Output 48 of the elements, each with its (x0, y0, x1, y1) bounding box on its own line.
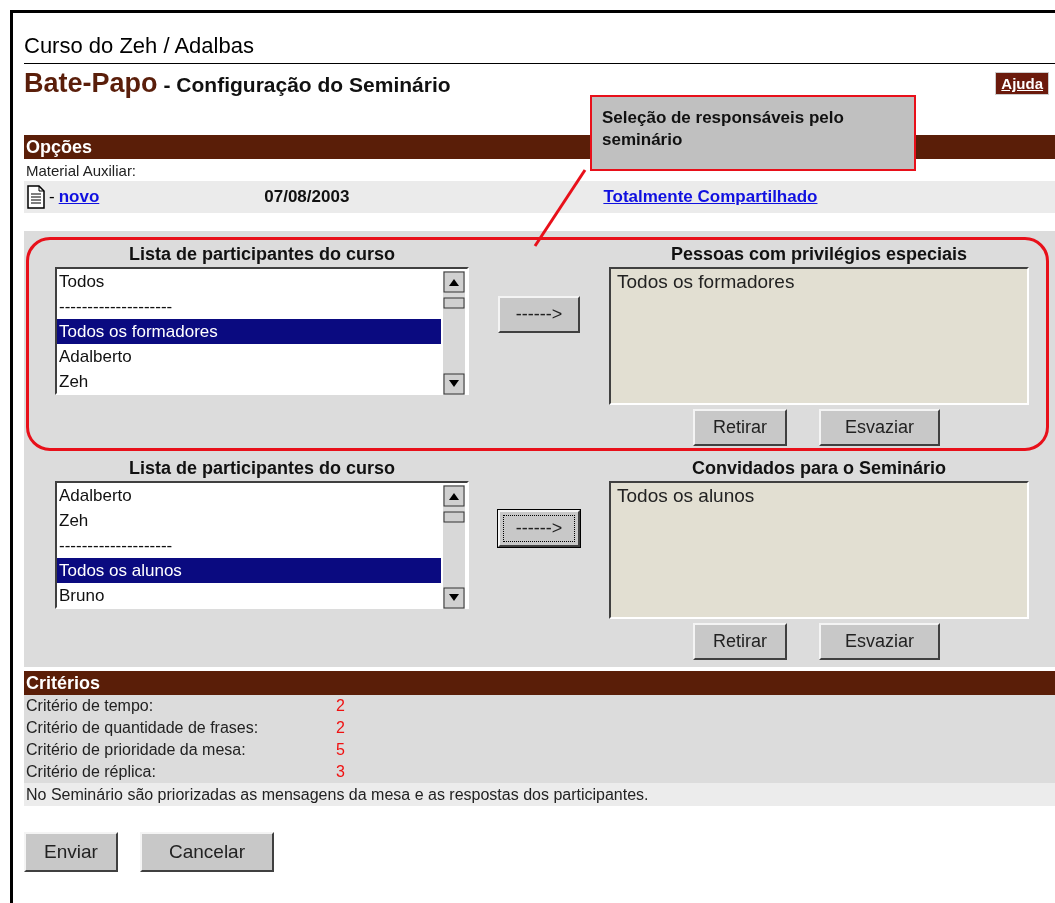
separator-text: - (49, 187, 55, 207)
list-item[interactable]: Zeh (57, 369, 441, 394)
date-text: 07/08/2003 (264, 187, 350, 207)
new-link[interactable]: novo (58, 187, 100, 207)
list-item[interactable]: Todos (57, 269, 441, 294)
criterion-value: 2 (336, 718, 346, 738)
callout-note: Seleção de responsáveis pelo seminário (590, 95, 916, 171)
criterion-value: 3 (336, 762, 346, 782)
list-item[interactable]: Todos os formadores (617, 271, 1021, 293)
list-item[interactable]: Zeh (57, 508, 441, 533)
course-title: Curso do Zeh / Adalbas (24, 33, 1055, 64)
selected-list[interactable]: Todos os alunos (609, 481, 1029, 619)
participants-list[interactable]: Todos -------------------- Todos os formadores Adalberto Zeh (55, 267, 469, 395)
participants-list[interactable]: Adalberto Zeh -------------------- Todos os alunos Bruno (55, 481, 469, 609)
list-item[interactable]: Bruno (57, 583, 441, 608)
criterion-label: Critério de tempo: (26, 696, 155, 716)
clear-button[interactable]: Esvaziar (819, 623, 940, 660)
clear-button[interactable]: Esvaziar (819, 409, 940, 446)
remove-button[interactable]: Retirar (693, 623, 787, 660)
list-item[interactable]: Todos os formadores (57, 319, 441, 344)
criterion-label: Critério de réplica: (26, 762, 157, 782)
add-button[interactable]: ------> (498, 510, 580, 547)
material-label: Material Auxiliar: (25, 161, 138, 179)
list-item[interactable]: Adalberto (57, 344, 441, 369)
criterion-value: 5 (336, 740, 346, 760)
list-item[interactable]: -------------------- (57, 294, 441, 319)
criterion-value: 2 (336, 696, 346, 716)
section-header: Critérios (24, 671, 1055, 695)
add-button[interactable]: ------> (498, 296, 580, 333)
criterion-label: Critério de prioridade da mesa: (26, 740, 247, 760)
list-title: Lista de participantes do curso (127, 244, 397, 265)
remove-button[interactable]: Retirar (693, 409, 787, 446)
criteria-note: No Seminário são priorizadas as mensagens da mesa e as respostas dos participantes. (24, 783, 1055, 806)
list-title: Convidados para o Seminário (690, 458, 948, 479)
selected-list[interactable]: Todos os formadores (609, 267, 1029, 405)
sharing-link[interactable]: Totalmente Compartilhado (603, 187, 818, 207)
list-item[interactable]: Todos os alunos (617, 485, 1021, 507)
list-item[interactable]: Adalberto (57, 483, 441, 508)
list-item[interactable]: Todos os alunos (57, 558, 441, 583)
list-title: Lista de participantes do curso (127, 458, 397, 479)
cancel-button[interactable]: Cancelar (140, 832, 274, 872)
list-item[interactable]: -------------------- (57, 533, 441, 558)
app-name: Bate-Papo (24, 68, 158, 99)
submit-button[interactable]: Enviar (24, 832, 118, 872)
list-title: Pessoas com privilégios especiais (669, 244, 969, 265)
help-button[interactable]: Ajuda (995, 72, 1049, 95)
criterion-label: Critério de quantidade de frases: (26, 718, 260, 738)
page-title: - Configuração do Seminário (163, 73, 451, 97)
